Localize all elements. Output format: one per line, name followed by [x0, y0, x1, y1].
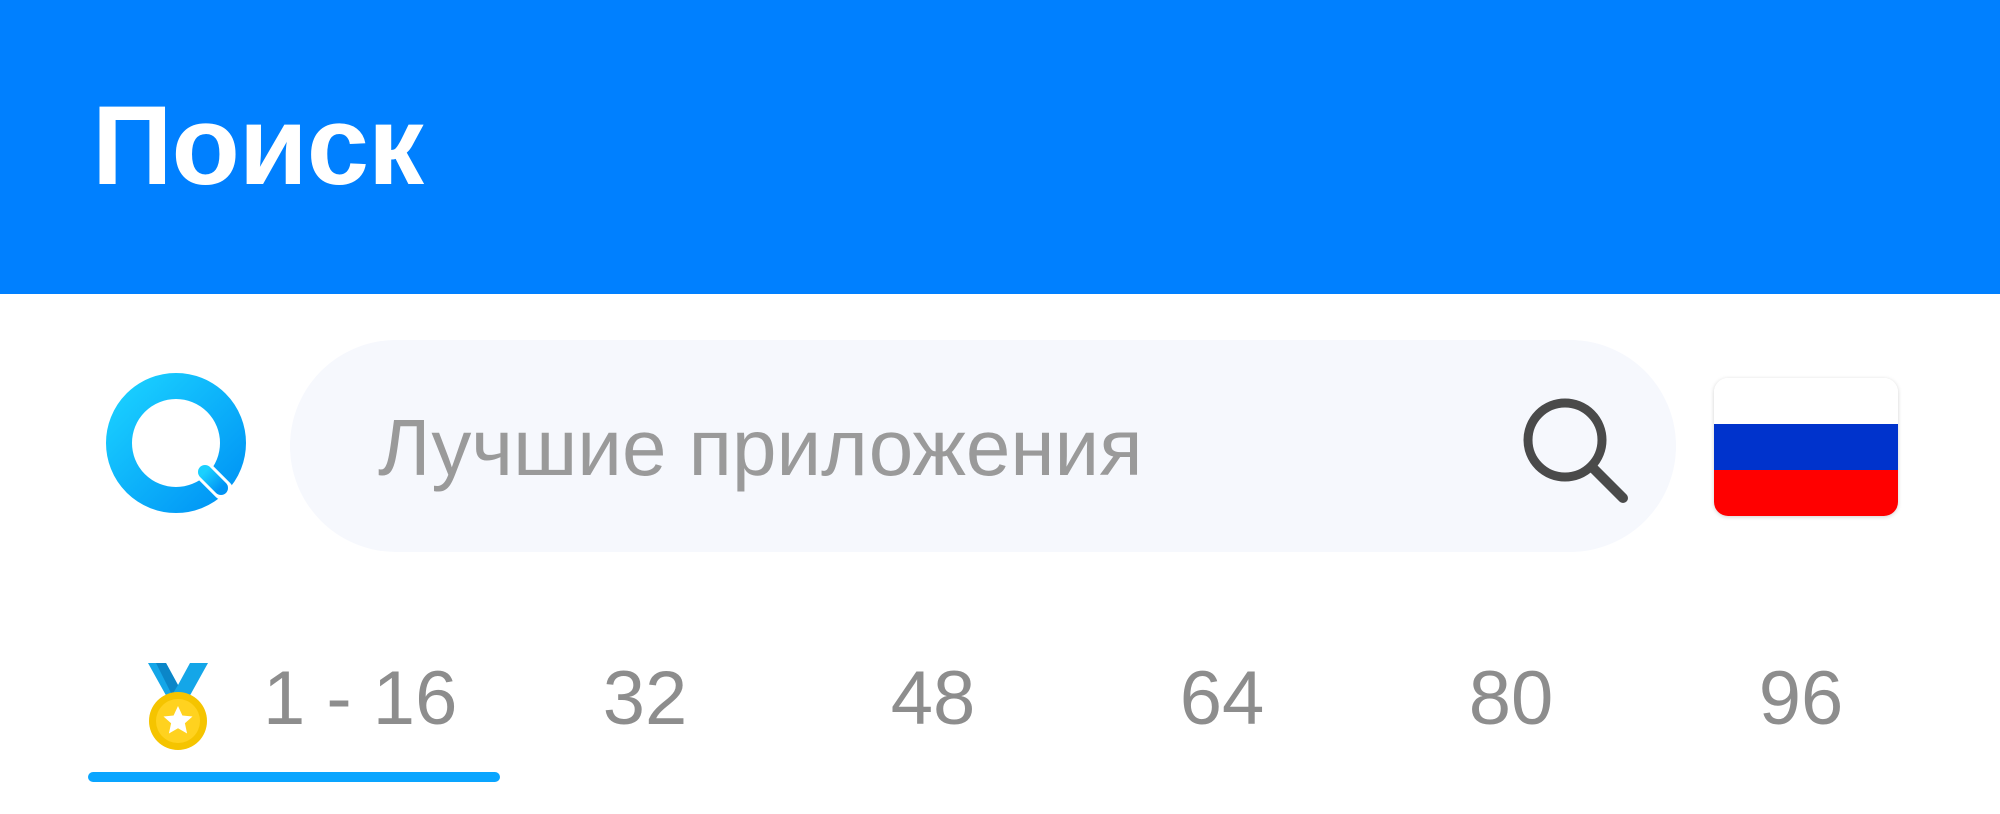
search-placeholder: Лучшие приложения: [378, 403, 1143, 492]
medal-icon: [142, 661, 214, 753]
tab-64[interactable]: 64: [1137, 649, 1307, 749]
tab-48[interactable]: 48: [848, 649, 1018, 749]
tab-32[interactable]: 32: [560, 649, 730, 749]
app-header: Поиск: [0, 0, 2000, 294]
tab-label: 1 - 16: [263, 656, 458, 741]
russia-flag-icon[interactable]: [1714, 378, 1898, 516]
search-input[interactable]: Лучшие приложения: [290, 340, 1676, 552]
tab-1-16[interactable]: 1 - 16: [88, 649, 500, 750]
search-row: Лучшие приложения: [0, 294, 2000, 604]
search-screen: Поиск Лучшие приложения 1 - 16 32 48 64 …: [0, 0, 2000, 814]
magnifier-icon[interactable]: [1515, 390, 1633, 508]
tab-80[interactable]: 80: [1426, 649, 1596, 749]
tab-96[interactable]: 96: [1716, 649, 1886, 749]
flag-white-stripe: [1714, 378, 1898, 424]
app-search-logo-icon[interactable]: [105, 372, 247, 514]
flag-red-stripe: [1714, 470, 1898, 516]
flag-blue-stripe: [1714, 424, 1898, 470]
page-title: Поиск: [92, 83, 424, 208]
rank-tabs: 1 - 16 32 48 64 80 96: [0, 604, 2000, 814]
active-tab-indicator: [88, 772, 500, 782]
